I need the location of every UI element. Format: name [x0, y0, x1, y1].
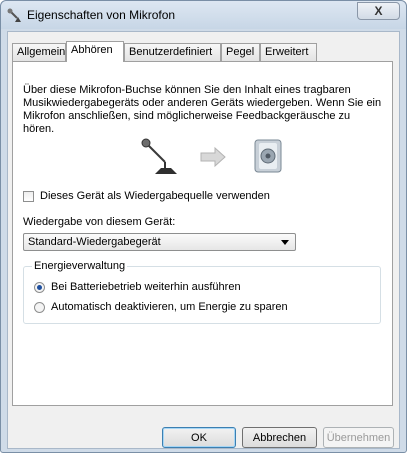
radio-row-keep-running[interactable]: Bei Batteriebetrieb weiterhin ausführen: [34, 281, 241, 293]
power-management-title: Energieverwaltung: [32, 260, 128, 272]
cancel-button[interactable]: Abbrechen: [242, 427, 317, 448]
radio-keep-running-label: Bei Batteriebetrieb weiterhin ausführen: [51, 281, 241, 293]
radio-row-auto-disable[interactable]: Automatisch deaktivieren, um Energie zu …: [34, 301, 288, 313]
tab-pegel[interactable]: Pegel: [221, 43, 260, 61]
radio-auto-disable[interactable]: [34, 301, 45, 313]
window-title: Eigenschaften von Mikrofon: [27, 8, 176, 22]
playback-device-value: Standard-Wiedergabegerät: [28, 236, 161, 248]
close-button[interactable]: X: [357, 2, 400, 20]
tab-abhoeren[interactable]: Abhören: [66, 41, 124, 62]
title-bar[interactable]: Eigenschaften von Mikrofon X: [1, 1, 406, 29]
tab-erweitert[interactable]: Erweitert: [260, 43, 317, 61]
playback-device-label: Wiedergabe von diesem Gerät:: [23, 216, 176, 228]
ok-button-label: OK: [191, 431, 207, 444]
power-management-group: Energieverwaltung Bei Batteriebetrieb we…: [23, 260, 381, 324]
listen-checkbox[interactable]: [23, 190, 34, 202]
radio-keep-running[interactable]: [34, 281, 45, 293]
playback-device-select[interactable]: Standard-Wiedergabegerät: [23, 233, 296, 251]
apply-button[interactable]: Übernehmen: [323, 427, 394, 448]
close-icon: X: [374, 4, 383, 18]
listen-illustration: [141, 138, 282, 174]
apply-button-label: Übernehmen: [326, 431, 391, 444]
dialog-client-area: Allgemein Abhören Benutzerdefiniert Pege…: [7, 31, 400, 449]
listen-checkbox-row[interactable]: Dieses Gerät als Wiedergabequelle verwen…: [23, 190, 270, 202]
microphone-icon: [141, 138, 177, 174]
description-text: Über diese Mikrofon-Buchse können Sie de…: [23, 84, 382, 135]
cancel-button-label: Abbrechen: [252, 431, 307, 444]
listen-checkbox-label: Dieses Gerät als Wiedergabequelle verwen…: [40, 190, 270, 202]
microphone-icon: [7, 8, 21, 22]
ok-button[interactable]: OK: [162, 427, 236, 448]
arrow-right-icon: [200, 146, 226, 168]
radio-auto-disable-label: Automatisch deaktivieren, um Energie zu …: [51, 301, 288, 313]
tab-benutzerdefiniert[interactable]: Benutzerdefiniert: [124, 43, 221, 61]
speaker-icon: [254, 139, 282, 173]
tab-panel-abhoeren: Über diese Mikrofon-Buchse können Sie de…: [12, 61, 393, 406]
properties-window: Eigenschaften von Mikrofon X Allgemein A…: [0, 0, 407, 453]
chevron-down-icon: [281, 240, 289, 245]
tab-allgemein[interactable]: Allgemein: [12, 43, 66, 61]
